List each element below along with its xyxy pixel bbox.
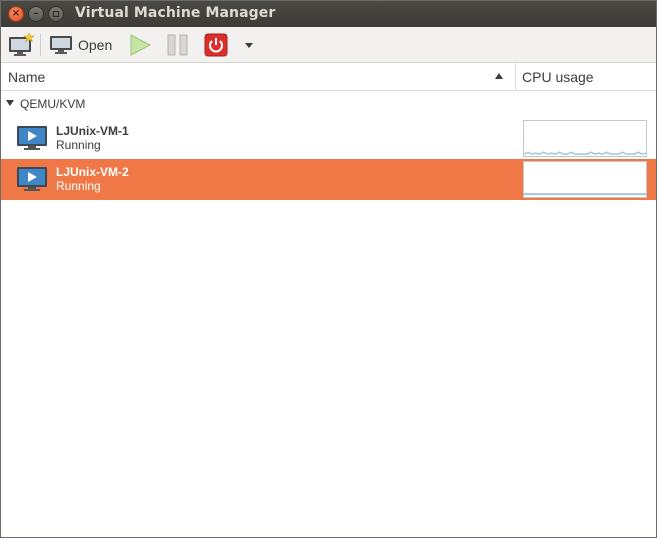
cpu-usage-graph bbox=[523, 120, 647, 157]
power-icon bbox=[204, 33, 228, 57]
pause-button[interactable] bbox=[166, 31, 190, 59]
minimize-window-button[interactable]: – bbox=[28, 6, 44, 22]
maximize-icon bbox=[53, 11, 59, 17]
vm-monitor-icon bbox=[17, 126, 47, 150]
toolbar-separator bbox=[40, 34, 41, 56]
vm-name: LJUnix-VM-2 bbox=[56, 165, 129, 179]
minimize-icon: – bbox=[33, 8, 39, 19]
pause-icon bbox=[167, 34, 188, 56]
new-vm-button[interactable] bbox=[7, 31, 35, 59]
vm-name: LJUnix-VM-1 bbox=[56, 124, 129, 138]
window-title: Virtual Machine Manager bbox=[75, 5, 276, 21]
open-button[interactable]: Open bbox=[49, 31, 112, 59]
name-column-label: Name bbox=[8, 69, 46, 85]
expander-icon[interactable] bbox=[6, 100, 14, 106]
shutdown-menu-button[interactable] bbox=[243, 31, 255, 59]
play-icon bbox=[130, 34, 152, 56]
shutdown-button[interactable] bbox=[204, 31, 228, 59]
vm-status: Running bbox=[56, 138, 101, 152]
close-icon: × bbox=[11, 8, 21, 19]
dropdown-arrow-icon bbox=[245, 43, 253, 48]
vm-row[interactable]: LJUnix-VM-1 Running bbox=[1, 118, 656, 159]
vmm-window: × – Virtual Machine Manager Open Name CP… bbox=[0, 0, 657, 538]
new-vm-icon bbox=[9, 33, 35, 56]
connection-label: QEMU/KVM bbox=[20, 97, 86, 111]
column-header: Name CPU usage bbox=[1, 63, 656, 91]
vm-row-selected[interactable]: LJUnix-VM-2 Running bbox=[1, 159, 656, 200]
name-column-header[interactable]: Name bbox=[1, 63, 516, 91]
close-window-button[interactable]: × bbox=[8, 6, 24, 22]
title-bar[interactable]: × – Virtual Machine Manager bbox=[1, 1, 656, 27]
connection-row[interactable]: QEMU/KVM bbox=[1, 93, 656, 115]
open-button-label: Open bbox=[78, 37, 113, 53]
run-button[interactable] bbox=[127, 31, 153, 59]
vm-monitor-icon bbox=[17, 167, 47, 191]
cpu-usage-graph bbox=[523, 161, 647, 198]
monitor-icon bbox=[50, 36, 72, 54]
sort-ascending-icon bbox=[495, 73, 503, 79]
vm-status: Running bbox=[56, 179, 101, 193]
maximize-window-button[interactable] bbox=[48, 6, 64, 22]
cpu-usage-column-header[interactable]: CPU usage bbox=[522, 69, 594, 85]
toolbar: Open bbox=[1, 27, 656, 63]
